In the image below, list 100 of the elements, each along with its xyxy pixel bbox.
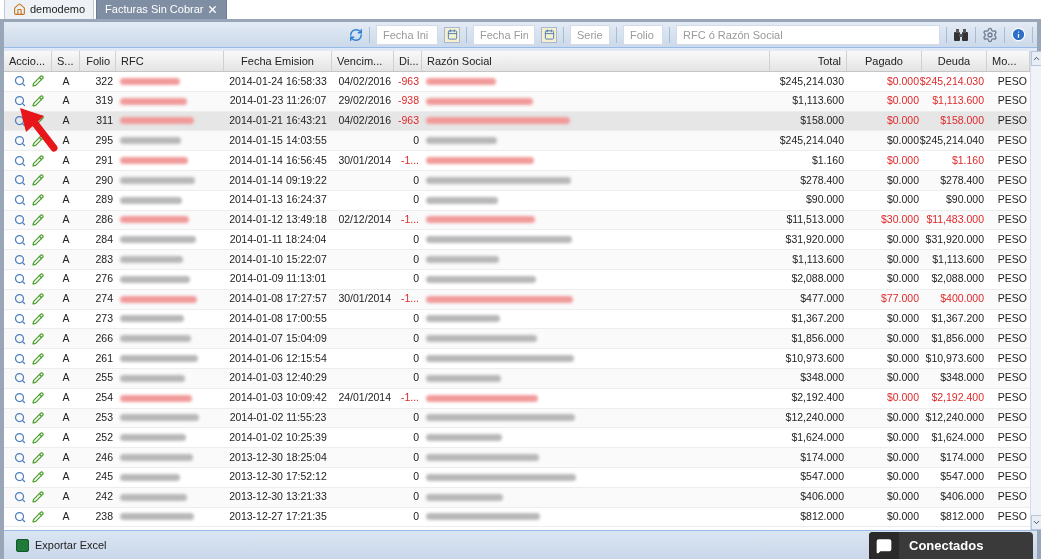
pencil-icon[interactable]	[32, 273, 44, 286]
table-row[interactable]: A 290 2014-01-14 09:19:22 0 $278.400 $0.000 $278.400 PESO	[4, 171, 1030, 191]
table-row[interactable]: A 283 2014-01-10 15:22:07 0 $1,113.600 $0.000 $1,113.600 PESO	[4, 250, 1030, 270]
date-field[interactable]: Fecha Fin	[473, 24, 535, 45]
table-cell-text: PESO	[996, 251, 1028, 267]
column-header[interactable]: Di...	[394, 51, 422, 71]
pencil-icon[interactable]	[32, 431, 44, 444]
table-cell-text: 30/01/2014	[337, 152, 392, 168]
pencil-icon[interactable]	[32, 253, 44, 266]
pencil-icon[interactable]	[32, 174, 44, 187]
column-header[interactable]: Accio...	[4, 51, 52, 71]
table-row[interactable]: A 319 2014-01-23 11:26:07 29/02/2016 -938 $1,113.600 $0.000 $1,113.600 PESO	[4, 91, 1030, 112]
search-icon[interactable]	[14, 293, 26, 306]
export-button[interactable]: Exportar Excel	[12, 535, 111, 555]
search-icon[interactable]	[14, 273, 26, 286]
search-icon[interactable]	[14, 75, 26, 88]
calendar-button[interactable]	[541, 26, 557, 43]
search-icon[interactable]	[14, 253, 26, 266]
search-icon[interactable]	[14, 213, 26, 226]
table-row[interactable]: A 246 2013-12-30 18:25:04 0 $174.000 $0.000 $174.000 PESO	[4, 448, 1030, 468]
table-row[interactable]: A 274 2014-01-08 17:27:57 30/01/2014 -1... $477.000 $77.000 $400.000 PESO	[4, 289, 1030, 310]
table-cell-text: $0.000	[885, 311, 920, 327]
search-icon[interactable]	[14, 115, 26, 127]
pencil-icon[interactable]	[32, 75, 44, 88]
pencil-icon[interactable]	[32, 491, 44, 504]
search-icon[interactable]	[14, 233, 26, 246]
settings-icon[interactable]	[982, 26, 998, 43]
pencil-icon[interactable]	[32, 392, 44, 405]
binoculars-icon[interactable]	[953, 27, 969, 42]
search-icon[interactable]	[14, 392, 26, 405]
search-icon[interactable]	[14, 134, 26, 147]
table-cell-text: 319	[94, 93, 114, 109]
column-header[interactable]: S...	[52, 51, 80, 71]
pencil-icon[interactable]	[32, 372, 44, 385]
pencil-icon[interactable]	[32, 471, 44, 484]
search-icon[interactable]	[14, 431, 26, 444]
pencil-icon[interactable]	[32, 312, 44, 325]
pencil-icon[interactable]	[32, 194, 44, 207]
refresh-icon[interactable]	[349, 27, 363, 42]
column-header[interactable]: Total	[770, 51, 847, 71]
table-cell-text: -1...	[399, 152, 420, 168]
search-icon[interactable]	[14, 451, 26, 464]
scrollbar[interactable]	[1030, 51, 1041, 530]
scroll-up-icon[interactable]	[1032, 54, 1041, 63]
pencil-icon[interactable]	[32, 213, 44, 226]
table-cell-text: -1...	[399, 390, 420, 406]
search-icon[interactable]	[14, 491, 26, 504]
tab[interactable]: demodemo	[4, 0, 95, 19]
pencil-icon[interactable]	[32, 95, 44, 108]
calendar-button[interactable]	[444, 26, 460, 43]
search-icon[interactable]	[14, 312, 26, 325]
table-row[interactable]: A 295 2014-01-15 14:03:55 0 $245,214.040 $0.000$245,214.040 PESO	[4, 131, 1030, 152]
date-field[interactable]: Fecha Ini	[376, 24, 438, 45]
table-row[interactable]: A 255 2014-01-03 12:40:29 0 $348.000 $0.000 $348.000 PESO	[4, 368, 1030, 389]
input-field[interactable]: Serie	[570, 24, 610, 45]
pencil-icon[interactable]	[32, 451, 44, 464]
table-row[interactable]: A 322 2014-01-24 16:58:33 04/02/2016 -963 $245,214.030 $0.000$245,214.030 PESO	[4, 72, 1030, 92]
table-cell-text: A	[61, 73, 71, 89]
blurred-text	[120, 157, 188, 165]
search-icon[interactable]	[14, 510, 26, 523]
table-cell-text: PESO	[996, 429, 1028, 445]
chat-panel[interactable]: Conectados	[869, 532, 1033, 559]
pencil-icon[interactable]	[32, 510, 44, 523]
pencil-icon[interactable]	[32, 411, 44, 424]
search-icon[interactable]	[14, 154, 26, 167]
pencil-icon[interactable]	[32, 154, 44, 167]
table-row[interactable]: A 253 2014-01-02 11:55:23 0 $12,240.000 $0.000 $12,240.000 PESO	[4, 408, 1030, 429]
table-row[interactable]: A 286 2014-01-12 13:49:18 02/12/2014 -1... $11,513.000 $30.000 $11,483.000 PESO	[4, 210, 1030, 231]
column-header[interactable]: Folio	[80, 51, 116, 71]
info-icon[interactable]	[1011, 27, 1026, 42]
search-icon[interactable]	[14, 332, 26, 345]
table-cell-text: $812.000	[939, 509, 985, 525]
column-header[interactable]: Deuda	[922, 51, 987, 71]
search-icon[interactable]	[14, 411, 26, 424]
pencil-icon[interactable]	[32, 233, 44, 246]
pencil-icon[interactable]	[32, 293, 44, 306]
search-icon[interactable]	[14, 194, 26, 207]
search-icon[interactable]	[14, 352, 26, 365]
column-header[interactable]: Vencim...	[332, 51, 394, 71]
table-cell-text: $1,624.000	[790, 429, 845, 445]
column-header[interactable]: Fecha Emision	[224, 51, 332, 71]
column-header[interactable]: RFC	[116, 51, 224, 71]
column-header[interactable]: Pagado	[847, 51, 922, 71]
table-row[interactable]: A 266 2014-01-07 15:04:09 0 $1,856.000 $0.000 $1,856.000 PESO	[4, 329, 1030, 350]
search-icon[interactable]	[14, 174, 26, 187]
table-cell-text: $1,113.600	[931, 251, 985, 267]
pencil-icon[interactable]	[32, 332, 44, 345]
search-icon[interactable]	[14, 95, 26, 108]
column-header[interactable]: Razón Social	[422, 51, 770, 71]
scroll-down-icon[interactable]	[1032, 518, 1041, 527]
input-field[interactable]: RFC ó Razón Social	[676, 24, 940, 45]
pencil-icon[interactable]	[32, 352, 44, 365]
search-icon[interactable]	[14, 372, 26, 385]
table-cell-text: $2,192.400	[790, 390, 845, 406]
table-cell-text: A	[61, 231, 71, 247]
input-field[interactable]: Folio	[623, 24, 663, 45]
table-row[interactable]: A 242 2013-12-30 13:21:33 0 $406.000 $0.000 $406.000 PESO	[4, 487, 1030, 508]
pencil-icon[interactable]	[32, 134, 44, 147]
search-icon[interactable]	[14, 471, 26, 484]
close-icon[interactable]	[207, 3, 219, 15]
